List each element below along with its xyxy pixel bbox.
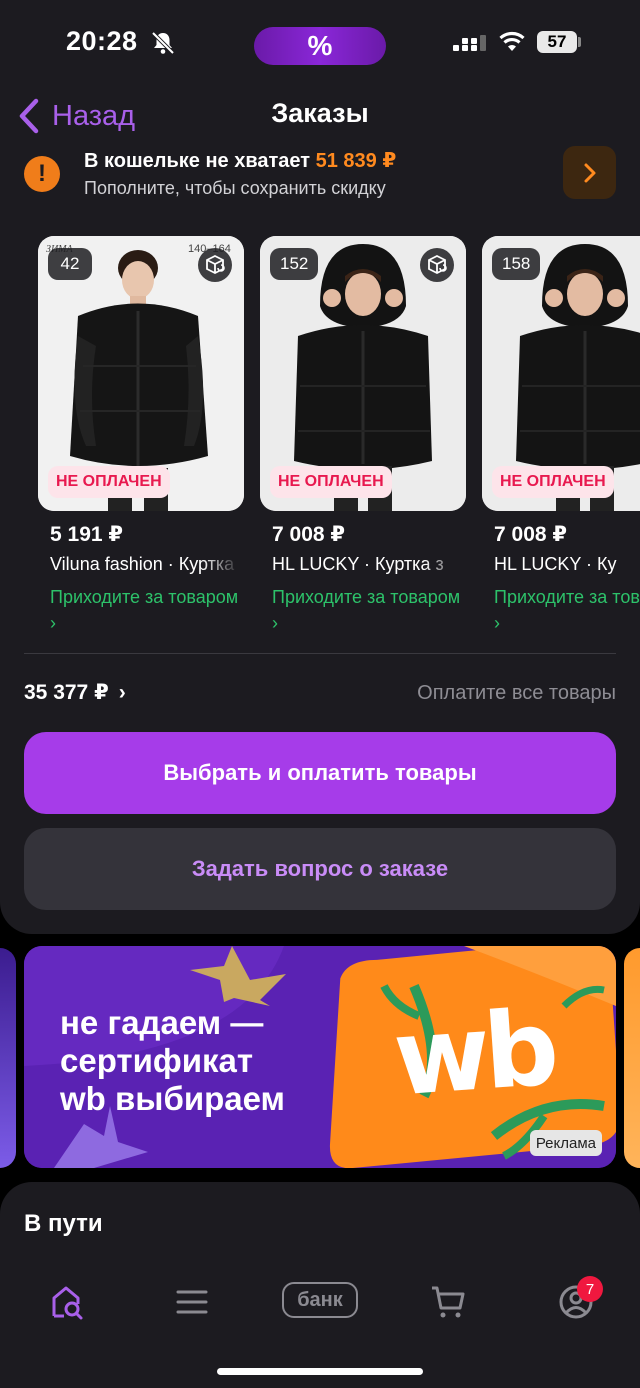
product-price: 7 008 ₽ xyxy=(494,523,567,546)
order-total-value: 35 377 ₽ xyxy=(24,681,109,704)
quantity-badge: 158 xyxy=(492,248,541,280)
wallet-amount: 51 839 ₽ xyxy=(315,150,397,172)
battery-tip xyxy=(578,37,581,47)
wallet-warning[interactable]: ! В кошельке не хватает 51 839 ₽ Пополни… xyxy=(24,146,616,204)
ad-banner[interactable]: не гадаем — сертификат wb выбираем wb Ре… xyxy=(24,946,616,1168)
unpaid-badge: НЕ ОПЛАЧЕН xyxy=(48,466,170,498)
product-price: 5 191 ₽ xyxy=(50,523,123,546)
wallet-subtitle: Пополните, чтобы сохранить скидку xyxy=(84,178,386,198)
warning-icon: ! xyxy=(24,156,60,192)
wallet-title-text: В кошельке не хватает xyxy=(84,150,316,172)
banner-prev[interactable] xyxy=(0,948,16,1168)
banner-next[interactable] xyxy=(624,948,640,1168)
home-indicator[interactable] xyxy=(217,1368,423,1375)
product-image[interactable]: 158 НЕ ОПЛАЧЕН xyxy=(482,236,640,511)
pickup-link[interactable]: Приходите за товаром › xyxy=(272,584,462,636)
unpaid-badge: НЕ ОПЛАЧЕН xyxy=(492,466,614,498)
pay-all-hint: Оплатите все товары xyxy=(417,682,616,704)
home-search-icon xyxy=(52,1286,83,1320)
products-carousel[interactable]: ЗИМА 140–164 42 xyxy=(38,236,640,636)
chevron-right-icon xyxy=(584,163,595,182)
product-image[interactable]: 152 НЕ ОПЛАЧЕН xyxy=(260,236,466,511)
in-transit-title: В пути xyxy=(24,1210,103,1237)
pickup-link[interactable]: Приходите за товаром › xyxy=(494,584,640,636)
cart-icon xyxy=(432,1286,465,1318)
ask-question-button[interactable]: Задать вопрос о заказе xyxy=(24,828,616,910)
product-title[interactable]: HL LUCKY · Ку xyxy=(494,554,640,575)
tab-home[interactable] xyxy=(42,1280,90,1324)
ad-label: Реклама xyxy=(529,1130,602,1156)
product-title[interactable]: HL LUCKY · Куртка з xyxy=(272,554,462,575)
page-title: Заказы xyxy=(271,98,369,128)
cellular-signal-icon xyxy=(453,35,486,51)
promo-pill[interactable]: % xyxy=(254,27,386,65)
chevron-right-icon: › xyxy=(118,680,126,704)
return-box-icon xyxy=(198,248,232,282)
order-total[interactable]: 35 377 ₽ › xyxy=(24,680,126,705)
bell-muted-icon xyxy=(151,31,175,55)
unpaid-badge: НЕ ОПЛАЧЕН xyxy=(270,466,392,498)
pickup-link[interactable]: Приходите за товаром › xyxy=(50,584,240,636)
status-bar: 20:28 % 57 xyxy=(0,0,640,88)
divider xyxy=(24,653,616,654)
profile-notification-badge: 7 xyxy=(577,1276,603,1302)
wifi-icon xyxy=(499,31,525,51)
wallet-title: В кошельке не хватает 51 839 ₽ xyxy=(84,148,396,173)
tab-catalog[interactable] xyxy=(168,1280,216,1324)
quantity-badge: 152 xyxy=(270,248,319,280)
select-and-pay-button[interactable]: Выбрать и оплатить товары xyxy=(24,732,616,814)
status-time: 20:28 xyxy=(66,26,138,56)
product-price: 7 008 ₽ xyxy=(272,523,345,546)
orders-card: Назад Заказы ! В кошельке не хватает 51 … xyxy=(0,88,640,934)
menu-icon xyxy=(176,1290,208,1314)
tab-cart[interactable] xyxy=(424,1280,472,1324)
battery-icon: 57 xyxy=(537,31,577,53)
wallet-arrow-button[interactable] xyxy=(563,146,616,199)
tab-bar: банк 7 xyxy=(0,1240,640,1388)
tab-bank[interactable]: банк xyxy=(282,1282,358,1318)
product-image[interactable]: ЗИМА 140–164 42 xyxy=(38,236,244,511)
quantity-badge: 42 xyxy=(48,248,92,280)
banner-headline: не гадаем — сертификат wb выбираем xyxy=(60,1004,285,1117)
wb-logo: wb xyxy=(389,986,557,1120)
return-box-icon xyxy=(420,248,454,282)
product-title[interactable]: Viluna fashion · Куртка xyxy=(50,554,240,575)
